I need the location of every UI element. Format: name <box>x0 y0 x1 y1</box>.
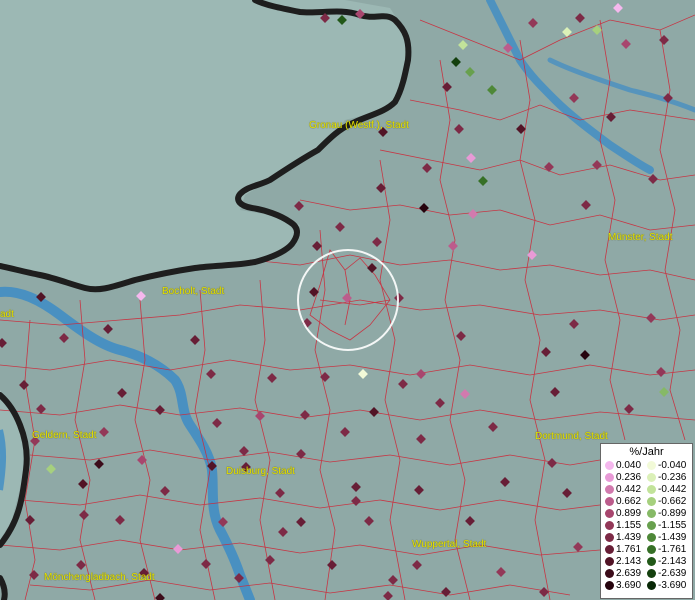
legend-positive-dot <box>605 533 614 542</box>
city-label-dortmund: Dortmund, Stadt <box>535 431 608 442</box>
legend-negative-value: -0.236 <box>658 472 687 483</box>
legend-title: %/Jahr <box>629 446 664 458</box>
legend-negative-value: -2.639 <box>658 568 687 579</box>
legend-negative-value: -1.155 <box>658 520 687 531</box>
legend-negative-dot <box>647 545 656 554</box>
legend-positive-dot <box>605 521 614 530</box>
legend-positive-value: 2.639 <box>616 568 642 579</box>
legend-negative-dot <box>647 509 656 518</box>
legend-positive-value: 1.761 <box>616 544 642 555</box>
legend-row: 2.143 -2.143 <box>601 556 692 568</box>
legend-row: 2.639 -2.639 <box>601 568 692 580</box>
legend-negative-value: -1.761 <box>658 544 687 555</box>
legend-row: 0.662 -0.662 <box>601 496 692 508</box>
city-label-duisburg: Duisburg, Stadt <box>226 466 295 477</box>
legend-positive-value: 0.442 <box>616 484 642 495</box>
map[interactable] <box>0 0 695 600</box>
legend-negative-dot <box>647 497 656 506</box>
legend-positive-dot <box>605 473 614 482</box>
legend-positive-dot <box>605 545 614 554</box>
legend-positive-dot <box>605 569 614 578</box>
legend-negative-value: -0.662 <box>658 496 687 507</box>
legend-row: 0.442 -0.442 <box>601 484 692 496</box>
legend-negative-dot <box>647 557 656 566</box>
legend-negative-value: -2.143 <box>658 556 687 567</box>
legend: %/Jahr 0.040 -0.040 0.236 -0.236 0.442 -0.442… <box>600 443 693 599</box>
legend-row: 1.155 -1.155 <box>601 520 692 532</box>
legend-negative-dot <box>647 521 656 530</box>
city-label-gronau: Gronau (Westf.), Stadt <box>309 120 409 131</box>
legend-positive-dot <box>605 557 614 566</box>
legend-positive-value: 0.662 <box>616 496 642 507</box>
legend-negative-value: -3.690 <box>658 580 687 591</box>
legend-positive-value: 1.155 <box>616 520 642 531</box>
legend-row: 0.040 -0.040 <box>601 460 692 472</box>
legend-positive-value: 0.899 <box>616 508 642 519</box>
legend-negative-dot <box>647 533 656 542</box>
river-west <box>0 429 6 491</box>
legend-row: 3.690 -3.690 <box>601 580 692 592</box>
legend-row: 0.236 -0.236 <box>601 472 692 484</box>
legend-positive-value: 3.690 <box>616 580 642 591</box>
city-label-bocholt: Bocholt, Stadt <box>162 286 225 297</box>
legend-row: 0.899 -0.899 <box>601 508 692 520</box>
legend-row: 1.439 -1.439 <box>601 532 692 544</box>
city-label-partial: adt <box>0 309 14 320</box>
legend-negative-dot <box>647 581 656 590</box>
legend-negative-value: -0.442 <box>658 484 687 495</box>
legend-positive-dot <box>605 461 614 470</box>
legend-negative-dot <box>647 461 656 470</box>
legend-negative-value: -0.040 <box>658 460 687 471</box>
legend-positive-dot <box>605 497 614 506</box>
legend-negative-dot <box>647 569 656 578</box>
legend-positive-value: 2.143 <box>616 556 642 567</box>
legend-positive-dot <box>605 581 614 590</box>
city-label-muenster: Münster, Stadt <box>608 232 673 243</box>
legend-negative-dot <box>647 473 656 482</box>
legend-negative-value: -1.439 <box>658 532 687 543</box>
legend-negative-dot <box>647 485 656 494</box>
legend-positive-dot <box>605 485 614 494</box>
legend-positive-value: 0.040 <box>616 460 642 471</box>
legend-positive-dot <box>605 509 614 518</box>
city-label-geldern: Geldern, Stadt <box>32 430 97 441</box>
legend-negative-value: -0.899 <box>658 508 687 519</box>
city-label-wuppertal: Wuppertal, Stadt <box>412 539 487 550</box>
legend-positive-value: 1.439 <box>616 532 642 543</box>
city-label-moenchengladbach: Mönchengladbach, Stadt <box>44 572 155 583</box>
legend-positive-value: 0.236 <box>616 472 642 483</box>
legend-row: 1.761 -1.761 <box>601 544 692 556</box>
